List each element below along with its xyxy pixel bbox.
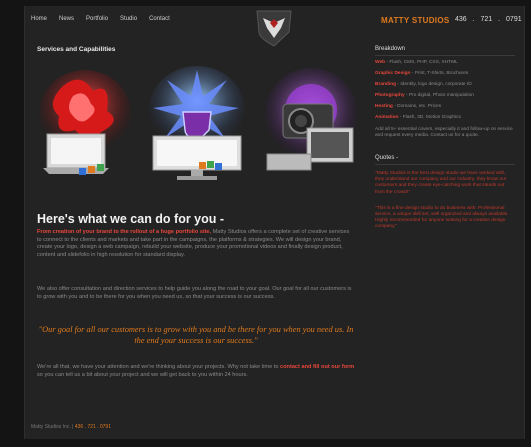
service-desc: - Domains, etc. Prices <box>394 104 442 109</box>
intro-highlight: From creation of your brand to the rollo… <box>37 229 212 235</box>
breakdown-note: Add all 5+ essential covers, especially … <box>375 127 513 138</box>
contact-paragraph: We're all that, we have your attention a… <box>37 364 355 379</box>
sidebar-divider <box>375 55 515 56</box>
brand-name: MATTY STUDIOS <box>381 16 450 25</box>
contact-text-start: We're all that, we have your attention a… <box>37 364 279 370</box>
service-web: Web - Flash, CMS, PHP, CSS, XHTML <box>375 60 515 66</box>
main-headline: Here's what we can do for you - <box>37 212 225 226</box>
footer: Matty Studios Inc. | 436 . 721 . 0791 <box>31 424 111 430</box>
service-animation: Animation - Flash, 3D, Motion Graphics <box>375 115 515 121</box>
breakdown-title: Breakdown <box>375 46 406 52</box>
consultation-paragraph: We also offer consultation and direction… <box>37 286 352 300</box>
eagle-shield-logo[interactable] <box>253 8 295 48</box>
nav-contact[interactable]: Contact <box>149 16 170 22</box>
website-page: Home News Portfolio Studio Contact MATTY… <box>24 6 525 439</box>
testimonial-quote: "This is a fine design studio to do busi… <box>375 205 509 230</box>
testimonial-quote: "Matty Studios is the best design studio… <box>375 171 507 195</box>
nav-portfolio[interactable]: Portfolio <box>86 16 108 22</box>
purple-glow-camera-image <box>265 68 357 171</box>
contact-text-end: so you can tell us a bit about your proj… <box>37 371 248 378</box>
service-hosting: Hosting - Domains, etc. Prices <box>375 104 515 110</box>
service-desc: - Flash, 3D, Motion Graphics <box>399 115 461 120</box>
footer-phone: 436 . 721 . 0791 <box>74 424 111 430</box>
service-graphic-design: Graphic Design - Print, T-Shirts, Brochu… <box>375 71 515 77</box>
nav-home[interactable]: Home <box>31 16 47 22</box>
service-branding: Branding - Identity, logo design, corpor… <box>375 82 515 88</box>
service-desc: - Identity, logo design, corporate ID <box>397 82 472 87</box>
service-photography: Photography - Pro digital, Photo manipul… <box>375 93 515 99</box>
contact-form-link[interactable]: contact and fill out our form <box>280 364 354 370</box>
service-name: Hosting <box>375 104 393 109</box>
nav-studio[interactable]: Studio <box>120 16 137 22</box>
service-name: Animation <box>375 115 399 120</box>
service-name: Web <box>375 60 386 65</box>
services-section-title: Services and Capabilities <box>37 46 116 53</box>
intro-paragraph: From creation of your brand to the rollo… <box>37 229 355 259</box>
sidebar-divider <box>375 164 515 165</box>
top-navigation: Home News Portfolio Studio Contact <box>31 16 170 22</box>
service-desc: - Flash, CMS, PHP, CSS, XHTML <box>386 60 458 65</box>
nav-news[interactable]: News <box>59 16 74 22</box>
service-desc: - Pro digital, Photo manipulation <box>405 93 474 98</box>
service-name: Branding <box>375 82 397 87</box>
goal-quote: "Our goal for all our customers is to gr… <box>38 325 354 345</box>
footer-company: Matty Studios Inc. | <box>31 424 74 430</box>
service-desc: - Print, T-Shirts, Brochures <box>411 71 469 76</box>
blue-burst-monitor-image <box>149 66 245 180</box>
sidebar: Breakdown Web - Flash, CMS, PHP, CSS, XH… <box>375 46 515 231</box>
service-name: Photography <box>375 93 405 98</box>
header-phone: 436 . 721 . 0791 <box>455 16 522 23</box>
red-splash-laptop-image <box>39 70 131 175</box>
quotes-title: Quotes - <box>375 155 399 161</box>
service-name: Graphic Design <box>375 71 411 76</box>
